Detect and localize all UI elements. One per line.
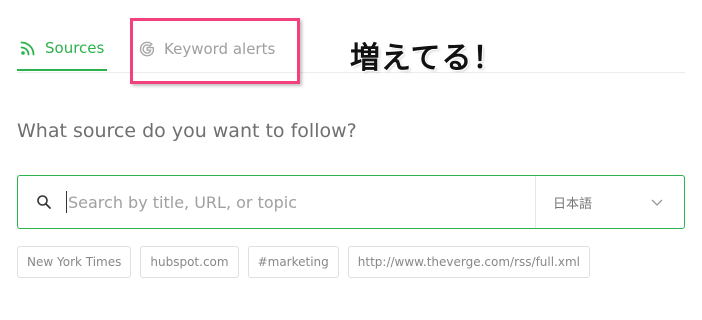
tab-sources[interactable]: Sources xyxy=(17,30,107,71)
suggestion-chip[interactable]: hubspot.com xyxy=(140,246,239,278)
language-select[interactable]: 日本語 xyxy=(535,176,684,228)
chevron-down-icon xyxy=(651,199,663,206)
search-input[interactable] xyxy=(68,182,535,222)
text-caret xyxy=(66,191,67,213)
page-title: What source do you want to follow? xyxy=(17,120,357,142)
suggestion-list: New York Times hubspot.com #marketing ht… xyxy=(17,246,591,278)
annotation-text: 増えてる！ xyxy=(350,41,504,76)
suggestion-chip[interactable]: http://www.theverge.com/rss/full.xml xyxy=(347,246,591,278)
language-select-label: 日本語 xyxy=(553,196,593,212)
search-box: 日本語 xyxy=(17,175,685,229)
search-icon xyxy=(37,195,51,209)
suggestion-chip[interactable]: New York Times xyxy=(17,246,132,278)
suggestion-chip[interactable]: #marketing xyxy=(247,246,339,278)
rss-icon xyxy=(20,41,35,55)
add-content-page: Sources Keyword alerts 増えてる！ What source… xyxy=(0,0,702,320)
tab-sources-label: Sources xyxy=(45,38,105,57)
annotation-highlight-box xyxy=(130,18,300,84)
